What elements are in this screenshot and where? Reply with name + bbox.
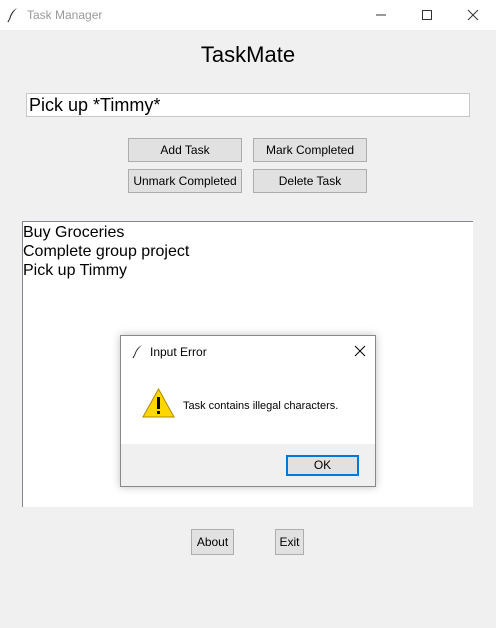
app-heading: TaskMate bbox=[200, 42, 296, 67]
dialog-message: Task contains illegal characters. bbox=[183, 400, 339, 412]
minimize-icon bbox=[376, 14, 386, 16]
maximize-icon bbox=[422, 10, 432, 20]
window-titlebar[interactable]: Task Manager bbox=[0, 0, 496, 30]
close-button[interactable] bbox=[450, 0, 496, 30]
maximize-button[interactable] bbox=[404, 0, 450, 30]
minimize-button[interactable] bbox=[358, 0, 404, 30]
feather-icon bbox=[6, 7, 20, 23]
window-title: Task Manager bbox=[27, 8, 103, 22]
list-item[interactable]: Pick up Timmy bbox=[23, 261, 473, 280]
list-item[interactable]: Complete group project bbox=[23, 242, 473, 261]
close-icon bbox=[354, 345, 366, 357]
ok-button[interactable]: OK bbox=[286, 455, 359, 476]
exit-button[interactable]: Exit bbox=[275, 529, 304, 555]
input-error-dialog[interactable]: Input Error Task contains illegal charac… bbox=[120, 335, 376, 487]
about-button[interactable]: About bbox=[191, 529, 234, 555]
delete-task-button[interactable]: Delete Task bbox=[253, 169, 367, 193]
dialog-title: Input Error bbox=[150, 345, 207, 359]
warning-icon bbox=[142, 387, 175, 423]
dialog-body: Task contains illegal characters. bbox=[121, 366, 375, 444]
mark-completed-button[interactable]: Mark Completed bbox=[253, 138, 367, 162]
list-item[interactable]: Buy Groceries bbox=[23, 223, 473, 242]
feather-icon bbox=[132, 344, 144, 364]
unmark-completed-button[interactable]: Unmark Completed bbox=[128, 169, 242, 193]
task-input[interactable] bbox=[26, 93, 470, 117]
close-icon bbox=[467, 9, 479, 21]
dialog-close-button[interactable] bbox=[345, 336, 375, 366]
add-task-button[interactable]: Add Task bbox=[128, 138, 242, 162]
dialog-titlebar[interactable]: Input Error bbox=[121, 336, 375, 366]
